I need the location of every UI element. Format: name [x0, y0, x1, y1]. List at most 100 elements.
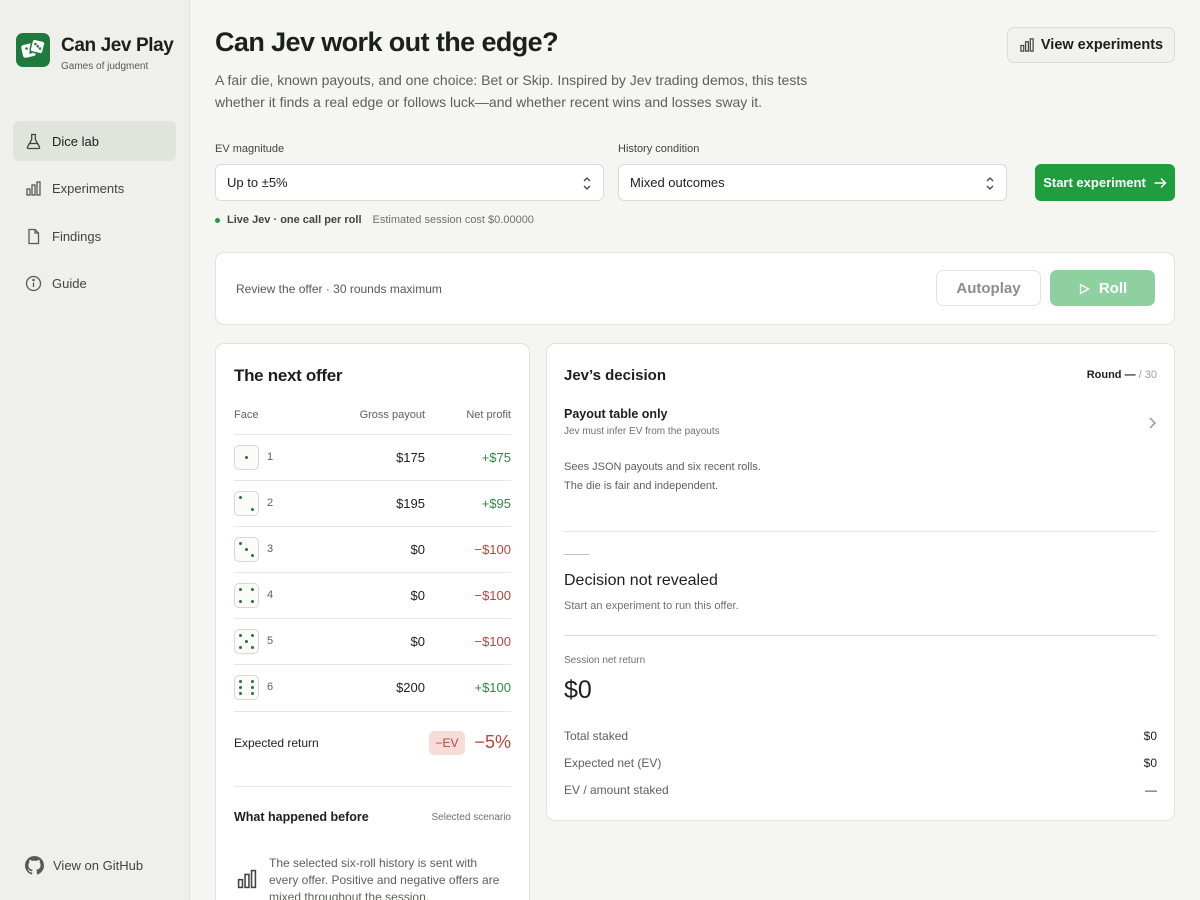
face-number: 4: [267, 589, 274, 601]
net-profit: +$95: [481, 496, 511, 511]
table-row: 2 $195 +$95: [234, 480, 511, 526]
github-label: View on GitHub: [53, 858, 144, 873]
sidebar: Can Jev Play Games of judgment Dice lab …: [0, 0, 190, 900]
die-face-4-icon: [234, 583, 259, 608]
stat-row: EV / amount staked —: [564, 783, 1157, 797]
info-icon: [24, 275, 42, 293]
column-header-face: Face: [234, 409, 259, 421]
offer-bar: Review the offer · 30 rounds maximum Aut…: [215, 252, 1175, 325]
autoplay-button[interactable]: Autoplay: [936, 270, 1041, 306]
session-net-return-value: $0: [564, 676, 592, 704]
sidebar-item-experiments[interactable]: Experiments: [13, 169, 176, 209]
payout-table-details: Sees JSON payouts and six recent rolls. …: [564, 458, 761, 496]
sidebar-item-guide[interactable]: Guide: [13, 264, 176, 304]
round-total: / 30: [1138, 369, 1157, 381]
payout-table-subtitle: Jev must infer EV from the payouts: [564, 426, 720, 437]
live-label: Live Jev · one call per roll: [227, 214, 362, 226]
payout-detail-line: Sees JSON payouts and six recent rolls.: [564, 461, 761, 473]
stat-row: Total staked $0: [564, 729, 1157, 743]
payout-table-title: Payout table only: [564, 407, 668, 421]
column-header-net: Net profit: [466, 409, 511, 421]
expected-return-label: Expected return: [234, 736, 319, 750]
face-number: 3: [267, 543, 274, 555]
document-icon: [24, 227, 42, 245]
round-label: Round —: [1086, 369, 1136, 381]
table-row: 5 $0 −$100: [234, 618, 511, 664]
die-face-1-icon: [234, 445, 259, 470]
roll-label: Roll: [1098, 279, 1128, 297]
stat-label: Total staked: [564, 729, 629, 743]
history-description: The selected six-roll history is sent wi…: [269, 856, 500, 900]
table-row: 4 $0 −$100: [234, 572, 511, 618]
ev-badge: −EV: [429, 731, 465, 755]
die-face-6-icon: [234, 675, 259, 700]
face-number: 2: [267, 497, 274, 509]
history-condition-select[interactable]: Mixed outcomes: [618, 164, 1007, 201]
start-experiment-button[interactable]: Start experiment: [1035, 164, 1175, 201]
divider: [564, 554, 589, 555]
brand-subtitle: Games of judgment: [61, 61, 149, 72]
brand-title: Can Jev Play: [61, 35, 174, 56]
die-face-5-icon: [234, 629, 259, 654]
gross-payout: $200: [396, 680, 425, 695]
ev-magnitude-label: EV magnitude: [215, 143, 285, 155]
sidebar-item-dice-lab[interactable]: Dice lab: [13, 121, 176, 161]
view-experiments-button[interactable]: View experiments: [1007, 27, 1175, 63]
decision-status-subtitle: Start an experiment to run this offer.: [564, 600, 739, 612]
gross-payout: $0: [410, 588, 425, 603]
payout-detail-line: The die is fair and independent.: [564, 480, 719, 492]
bar-chart-icon: [24, 180, 42, 198]
offer-bar-text: Review the offer · 30 rounds maximum: [236, 282, 442, 296]
net-profit: −$100: [474, 634, 511, 649]
gross-payout: $0: [410, 634, 425, 649]
round-indicator: Round — / 30: [1087, 369, 1157, 381]
expected-return-value: −5%: [474, 732, 511, 752]
dice-logo-icon: [16, 33, 50, 67]
net-profit: +$100: [474, 680, 511, 695]
decision-title: Jev’s decision: [564, 367, 666, 384]
live-status: Live Jev · one call per roll Estimated s…: [215, 214, 534, 226]
history-condition-label: History condition: [618, 143, 700, 155]
die-face-2-icon: [234, 491, 259, 516]
sidebar-item-label: Guide: [52, 276, 87, 291]
arrow-right-icon: [1153, 176, 1167, 190]
stat-label: EV / amount staked: [564, 783, 669, 797]
chevron-right-icon[interactable]: [1147, 416, 1157, 430]
net-profit: −$100: [474, 588, 511, 603]
column-header-gross: Gross payout: [359, 409, 425, 421]
roll-button[interactable]: Roll: [1050, 270, 1155, 306]
flask-icon: [24, 132, 42, 150]
table-row: 1 $175 +$75: [234, 434, 511, 480]
ev-magnitude-select[interactable]: Up to ±5%: [215, 164, 604, 201]
decision-card: Jev’s decision Round — / 30 Payout table…: [546, 343, 1175, 821]
ev-magnitude-value: Up to ±5%: [227, 175, 288, 190]
session-net-return-label: Session net return: [564, 655, 646, 666]
page-title: Can Jev work out the edge?: [215, 27, 559, 57]
table-row: 3 $0 −$100: [234, 526, 511, 572]
stat-value: $0: [1143, 729, 1157, 743]
net-profit: +$75: [481, 450, 511, 465]
decision-status-title: Decision not revealed: [564, 572, 718, 589]
next-offer-title: The next offer: [234, 366, 343, 385]
divider: [564, 635, 1157, 636]
stat-row: Expected net (EV) $0: [564, 756, 1157, 770]
divider: [564, 531, 1157, 532]
live-dot-icon: [215, 217, 220, 223]
history-condition-value: Mixed outcomes: [630, 175, 725, 190]
gross-payout: $0: [410, 542, 425, 557]
session-cost: Estimated session cost $0.00000: [372, 214, 534, 226]
chevron-updown-icon: [582, 176, 592, 191]
expected-return-row: Expected return −EV −5%: [234, 711, 511, 787]
face-number: 5: [267, 635, 274, 647]
die-face-3-icon: [234, 537, 259, 562]
brand[interactable]: Can Jev Play Games of judgment: [16, 33, 174, 72]
page-description: A fair die, known payouts, and one choic…: [215, 72, 808, 110]
github-link[interactable]: View on GitHub: [25, 856, 143, 875]
sidebar-item-label: Findings: [52, 228, 102, 244]
face-number: 1: [267, 451, 274, 463]
stat-value: $0: [1143, 756, 1157, 770]
history-title: What happened before: [234, 810, 369, 824]
sidebar-item-findings[interactable]: Findings: [13, 216, 176, 256]
sidebar-item-label: Dice lab: [52, 133, 99, 149]
bar-chart-icon: [1019, 37, 1035, 53]
